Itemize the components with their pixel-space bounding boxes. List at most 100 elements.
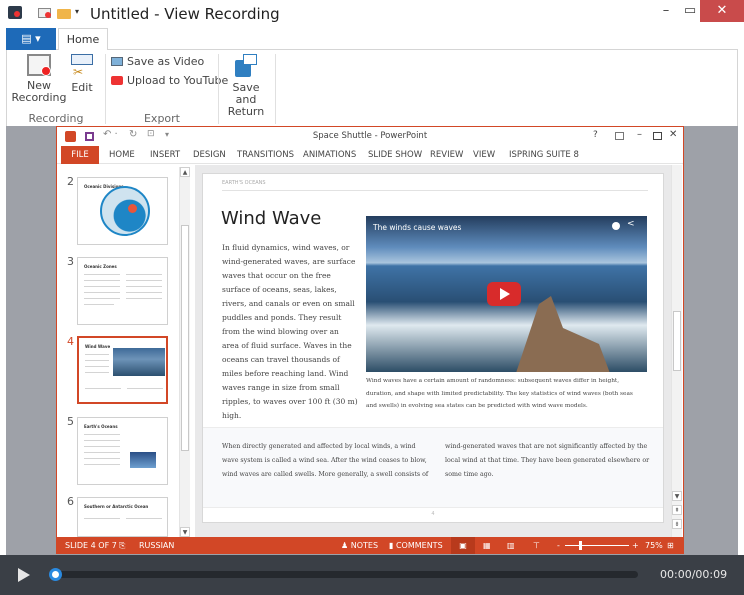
powerpoint-window: ↶ · ↻ ⊡ ▾ Space Shuttle - PowerPoint ? –… <box>56 126 684 554</box>
comments-button[interactable]: ▮ COMMENTS <box>389 537 443 554</box>
share-icon[interactable]: < <box>627 219 635 229</box>
group-divider <box>218 54 219 124</box>
normal-view-icon[interactable]: ▣ <box>451 537 475 554</box>
notes-button[interactable]: ♟ NOTES <box>341 537 378 554</box>
slide-thumbnail[interactable]: Earth's Oceans <box>77 417 168 485</box>
menu-file[interactable]: FILE <box>61 146 99 164</box>
play-icon <box>500 288 510 300</box>
zoom-slider[interactable] <box>565 545 629 546</box>
seek-handle[interactable] <box>49 568 62 581</box>
watch-later-icon[interactable] <box>612 222 620 230</box>
next-slide-icon[interactable]: ⇟ <box>672 519 682 529</box>
edit-button[interactable]: ✂ Edit <box>67 54 97 94</box>
video-caption: Wind waves have a certain amount of rand… <box>366 378 633 409</box>
title-bar: ▾ Untitled - View Recording – ▭ ✕ <box>0 0 744 28</box>
save-and-return-button[interactable]: Save and Return <box>221 54 271 118</box>
ppt-minimize-icon[interactable]: – <box>637 129 642 140</box>
thumbnails-scrollbar[interactable]: ▲ ▼ <box>179 167 190 537</box>
slide-canvas: EARTH'S OCEANS Wind Wave In fluid dynami… <box>195 165 671 537</box>
player-bar: 00:00/00:09 <box>0 555 744 595</box>
app-menu-button[interactable]: ▤ ▾ <box>6 28 56 50</box>
slide-counter: SLIDE 4 OF 7 <box>65 541 117 550</box>
ppt-maximize-icon[interactable] <box>653 132 662 140</box>
close-icon[interactable]: ✕ <box>700 0 744 22</box>
playback-time: 00:00/00:09 <box>660 568 728 581</box>
video-title: The winds cause waves <box>373 223 462 232</box>
language-indicator[interactable]: RUSSIAN <box>139 537 174 554</box>
app-menu-icon: ▤ ▾ <box>21 32 41 45</box>
slide-show-icon[interactable]: ⊤ <box>533 537 540 554</box>
ribbon-tabs: ▤ ▾ Home <box>6 28 738 51</box>
rock-graphic <box>515 296 611 372</box>
previous-slide-icon[interactable]: ⇞ <box>672 505 682 515</box>
section-divider <box>222 190 648 191</box>
new-recording-quick-icon[interactable] <box>38 8 51 18</box>
ppt-close-icon[interactable]: ✕ <box>669 129 677 140</box>
menu-animations[interactable]: ANIMATIONS <box>303 146 356 164</box>
menu-slide-show[interactable]: SLIDE SHOW <box>368 146 422 164</box>
menu-view[interactable]: VIEW <box>473 146 495 164</box>
slide-thumbnails-panel: 2 Oceanic Divisions 3 Oceanic Zones 4 Wi… <box>57 165 191 537</box>
video-player[interactable]: The winds cause waves < <box>366 216 647 372</box>
menu-design[interactable]: DESIGN <box>193 146 226 164</box>
thumbnail-number: 2 <box>67 175 74 188</box>
slide-sorter-icon[interactable]: ▦ <box>483 537 491 554</box>
film-icon <box>111 57 123 66</box>
powerpoint-menu: FILE HOME INSERT DESIGN TRANSITIONS ANIM… <box>57 146 683 164</box>
powerpoint-title: Space Shuttle - PowerPoint <box>312 131 428 141</box>
scroll-down-icon[interactable]: ▼ <box>672 491 682 501</box>
menu-review[interactable]: REVIEW <box>430 146 463 164</box>
slide-scrollbar[interactable]: ▼ ⇞ ⇟ <box>671 165 682 537</box>
slide-body: In fluid dynamics, wind waves, or wind-g… <box>222 243 358 420</box>
save-return-icon <box>235 54 257 78</box>
slide-section-label: EARTH'S OCEANS <box>222 180 266 186</box>
scroll-down-icon[interactable]: ▼ <box>180 527 190 537</box>
slide-thumbnail[interactable]: Oceanic Divisions <box>77 177 168 245</box>
slide-title: Wind Wave <box>221 208 322 229</box>
slide-thumbnail[interactable]: Southern or Antarctic Ocean <box>77 497 168 537</box>
menu-insert[interactable]: INSERT <box>150 146 180 164</box>
thumbnail-number: 4 <box>67 335 74 348</box>
slide-column-1: When directly generated and affected by … <box>222 443 429 478</box>
thumbnail-number: 6 <box>67 495 74 508</box>
spell-check-icon[interactable]: ⎘ <box>119 537 125 554</box>
slide: EARTH'S OCEANS Wind Wave In fluid dynami… <box>202 173 664 523</box>
group-divider <box>275 54 276 124</box>
zoom-level[interactable]: 75% <box>645 537 663 554</box>
save-as-video-button[interactable]: Save as Video <box>111 54 204 70</box>
powerpoint-status-bar: SLIDE 4 OF 7 ⎘ RUSSIAN ♟ NOTES ▮ COMMENT… <box>57 537 683 554</box>
slide-page-number: 4 <box>431 511 435 517</box>
tab-home[interactable]: Home <box>58 28 108 51</box>
scrollbar-thumb[interactable] <box>673 311 681 371</box>
thumbnail-number: 3 <box>67 255 74 268</box>
youtube-icon <box>111 76 123 85</box>
menu-transitions[interactable]: TRANSITIONS <box>237 146 294 164</box>
zoom-out-icon[interactable]: - <box>557 537 560 554</box>
reading-view-icon[interactable]: ▥ <box>507 537 515 554</box>
video-play-button[interactable] <box>487 282 521 306</box>
scrollbar-thumb[interactable] <box>181 225 189 451</box>
zoom-in-icon[interactable]: + <box>632 537 639 554</box>
slide-thumbnail[interactable]: Oceanic Zones <box>77 257 168 325</box>
menu-home[interactable]: HOME <box>109 146 135 164</box>
menu-ispring-suite[interactable]: ISPRING SUITE 8 <box>509 146 579 164</box>
ribbon-display-icon[interactable] <box>615 132 624 140</box>
window-title: Untitled - View Recording <box>90 5 280 23</box>
slide-bottom-section: When directly generated and affected by … <box>203 427 663 508</box>
new-recording-button[interactable]: New Recording <box>11 54 67 104</box>
zoom-slider-handle[interactable] <box>579 541 582 550</box>
edit-scissors-icon: ✂ <box>71 54 93 78</box>
help-icon[interactable]: ? <box>593 130 598 140</box>
scroll-up-icon[interactable]: ▲ <box>180 167 190 177</box>
slide-thumbnail-selected[interactable]: Wind Wave <box>77 336 168 404</box>
open-folder-icon[interactable] <box>57 9 71 19</box>
seek-bar[interactable] <box>52 571 638 578</box>
powerpoint-title-bar: ↶ · ↻ ⊡ ▾ Space Shuttle - PowerPoint ? –… <box>57 127 683 146</box>
app-logo-icon <box>8 6 22 19</box>
upload-youtube-button[interactable]: Upload to YouTube <box>111 73 228 89</box>
fit-to-window-icon[interactable]: ⊞ <box>667 537 674 554</box>
play-button[interactable] <box>18 568 30 582</box>
group-label-export: Export <box>143 112 180 125</box>
quick-access-dropdown-icon[interactable]: ▾ <box>75 7 79 16</box>
thumbnail-number: 5 <box>67 415 74 428</box>
